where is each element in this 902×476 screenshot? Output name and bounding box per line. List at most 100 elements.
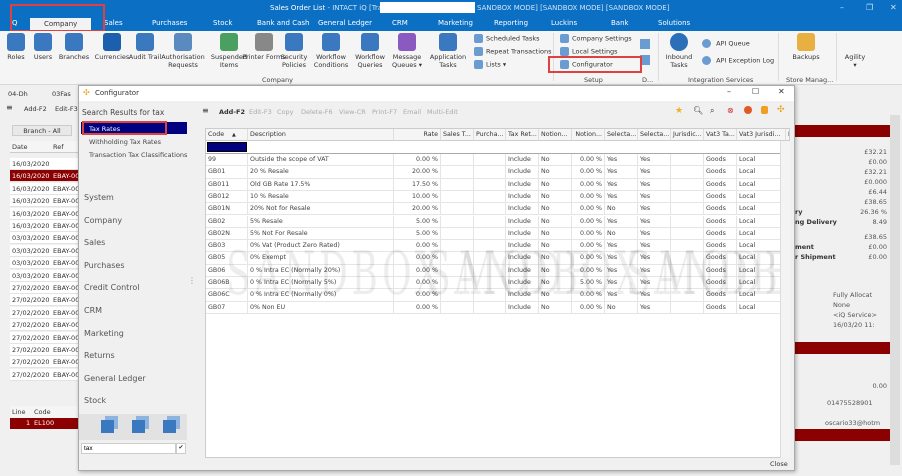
tax-rate-cell[interactable]: No xyxy=(605,227,638,241)
order-row[interactable]: 27/02/2020 EBAY-00 xyxy=(10,356,80,369)
tax-rate-cell[interactable]: 0.00 % xyxy=(394,264,441,277)
column-header[interactable]: Selecta... xyxy=(638,129,671,141)
order-row[interactable]: 03/03/2020 EBAY-00 xyxy=(10,244,80,257)
tax-rate-cell[interactable]: 0 % Intra EC (Normally 5%) xyxy=(248,277,394,290)
nav-category-returns[interactable]: Returns xyxy=(84,351,115,360)
order-row[interactable]: 27/02/2020 EBAY-00 xyxy=(10,331,80,344)
tax-rate-cell[interactable]: GB011 xyxy=(206,178,248,191)
minimize-icon[interactable]: – xyxy=(727,87,731,96)
tax-rate-cell[interactable]: Yes xyxy=(638,252,671,265)
tax-rate-cell[interactable] xyxy=(671,227,704,241)
ribbon-api-button[interactable]: API Queue xyxy=(702,39,750,48)
tax-rate-cell[interactable]: 5% Resale xyxy=(248,215,394,228)
order-row[interactable]: 27/02/2020 EBAY-00 xyxy=(10,294,80,307)
tab-bank[interactable]: Bank xyxy=(611,19,629,27)
tab-04dh[interactable]: 04-Dh xyxy=(8,90,28,98)
tax-rate-cell[interactable]: Yes xyxy=(605,240,638,253)
tax-rate-cell[interactable]: 0.00 % xyxy=(572,252,605,265)
tax-rate-cell[interactable]: GB02 xyxy=(206,215,248,228)
vertical-scrollbar[interactable] xyxy=(780,141,790,458)
tax-rate-cell[interactable]: 99 xyxy=(206,154,248,167)
tab-stock[interactable]: Stock xyxy=(213,19,232,27)
tax-rate-cell[interactable] xyxy=(441,277,474,290)
tax-rate-cell[interactable] xyxy=(441,178,474,191)
clear-search-icon[interactable]: ⊗ xyxy=(727,106,734,115)
tax-rate-cell[interactable]: Yes xyxy=(638,227,671,241)
tax-rate-cell[interactable]: 0 % Intra EC (Normally 0%) xyxy=(248,289,394,302)
tax-rate-cell[interactable] xyxy=(474,240,506,253)
col-code[interactable]: Code xyxy=(34,406,51,418)
tax-rate-cell[interactable] xyxy=(671,252,704,265)
result-transaction-tax-classifications[interactable]: Transaction Tax Classifications xyxy=(89,151,187,159)
ribbon-company-settings-button[interactable]: Company Settings xyxy=(560,34,632,43)
toolbar-print-f7[interactable]: Print-F7 xyxy=(372,108,397,116)
find-icon[interactable]: ⌕ xyxy=(710,106,714,116)
tax-rate-cell[interactable]: 10.00 % xyxy=(394,190,441,204)
nav-category-stock[interactable]: Stock xyxy=(84,396,106,405)
tax-rate-cell[interactable]: Yes xyxy=(638,215,671,228)
tax-rate-cell[interactable]: Goods xyxy=(704,264,737,277)
tax-rate-cell[interactable] xyxy=(671,289,704,302)
tax-rate-cell[interactable] xyxy=(441,190,474,204)
nav-category-marketing[interactable]: Marketing xyxy=(84,329,124,338)
tax-rate-cell[interactable] xyxy=(671,215,704,228)
menu-icon[interactable]: ≡ xyxy=(6,103,13,112)
tax-rate-cell[interactable] xyxy=(671,240,704,253)
tax-rate-cell[interactable]: Outside the scope of VAT xyxy=(248,154,394,167)
tax-rate-cell[interactable] xyxy=(671,166,704,179)
tax-rate-cell[interactable]: Include xyxy=(506,154,539,167)
tax-rate-cell[interactable]: Local xyxy=(737,227,786,241)
order-row[interactable]: 03/03/2020 EBAY-00 xyxy=(10,257,80,270)
tax-rate-cell[interactable]: 0.00 % xyxy=(572,301,605,314)
agility-button[interactable]: Agility ▾ xyxy=(840,53,870,69)
view-icon[interactable] xyxy=(132,420,145,433)
toolbar-view-cr[interactable]: View-CR xyxy=(339,108,366,116)
tax-rate-cell[interactable]: Yes xyxy=(605,178,638,191)
toolbar-delete-f6[interactable]: Delete-F6 xyxy=(301,108,333,116)
tax-rate-cell[interactable]: Goods xyxy=(704,178,737,191)
close-icon[interactable]: ✕ xyxy=(778,87,785,96)
tax-rate-cell[interactable]: Yes xyxy=(638,277,671,290)
tax-rate-cell[interactable]: 0.00 % xyxy=(572,154,605,167)
tax-rate-cell[interactable]: 0.00 % xyxy=(572,264,605,277)
tax-rate-cell[interactable] xyxy=(474,166,506,179)
col-line[interactable]: Line xyxy=(12,406,26,418)
tax-rate-cell[interactable]: Yes xyxy=(638,178,671,191)
tab-general-ledger[interactable]: General Ledger xyxy=(318,19,372,27)
tab-reporting[interactable]: Reporting xyxy=(494,19,528,27)
tax-rate-cell[interactable]: Yes xyxy=(638,154,671,167)
tax-rate-cell[interactable] xyxy=(474,203,506,216)
tax-rate-cell[interactable] xyxy=(474,190,506,204)
tax-rate-cell[interactable]: 0.00 % xyxy=(572,178,605,191)
tax-rate-cell[interactable]: Include xyxy=(506,301,539,314)
tax-rate-cell[interactable]: 0.00 % xyxy=(394,277,441,290)
tax-rate-cell[interactable]: Goods xyxy=(704,277,737,290)
column-header[interactable]: Sales T... xyxy=(441,129,474,141)
tax-rate-cell[interactable]: No xyxy=(539,203,572,216)
tax-rate-cell[interactable]: 20 % Resale xyxy=(248,166,394,179)
tax-rate-cell[interactable]: Include xyxy=(506,227,539,241)
tax-rate-cell[interactable]: 0.00 % xyxy=(572,215,605,228)
tax-rate-cell[interactable]: No xyxy=(539,154,572,167)
order-row[interactable]: 27/02/2020 EBAY-00 xyxy=(10,344,80,356)
tax-rate-cell[interactable]: No xyxy=(539,178,572,191)
tax-rate-cell[interactable]: Include xyxy=(506,289,539,302)
tax-rate-cell[interactable] xyxy=(671,203,704,216)
tax-rate-cell[interactable]: Goods xyxy=(704,215,737,228)
tax-rate-cell[interactable]: GB01 xyxy=(206,166,248,179)
tax-rate-cell[interactable] xyxy=(441,240,474,253)
line-row[interactable]: 1 EL100 xyxy=(10,418,80,429)
tax-rate-cell[interactable] xyxy=(441,227,474,241)
tax-rate-cell[interactable] xyxy=(441,301,474,314)
add-button[interactable]: Add-F2 xyxy=(24,105,47,113)
tab-03fas[interactable]: 03Fas xyxy=(52,90,71,98)
order-row[interactable]: 16/03/2020 EBAY-00 xyxy=(10,195,80,208)
order-row[interactable]: 16/03/2020 EBAY-00 xyxy=(10,220,80,232)
tax-rate-cell[interactable]: GB06C xyxy=(206,289,248,302)
tax-rate-cell[interactable]: 20% Not for Resale xyxy=(248,203,394,216)
order-row[interactable]: 03/03/2020 EBAY-00 xyxy=(10,232,80,245)
tab-sales[interactable]: Sales xyxy=(104,19,123,27)
result-withholding-tax-rates[interactable]: Withholding Tax Rates xyxy=(89,138,161,146)
tax-rate-cell[interactable]: No xyxy=(539,264,572,277)
tax-rate-cell[interactable]: GB06 xyxy=(206,264,248,277)
